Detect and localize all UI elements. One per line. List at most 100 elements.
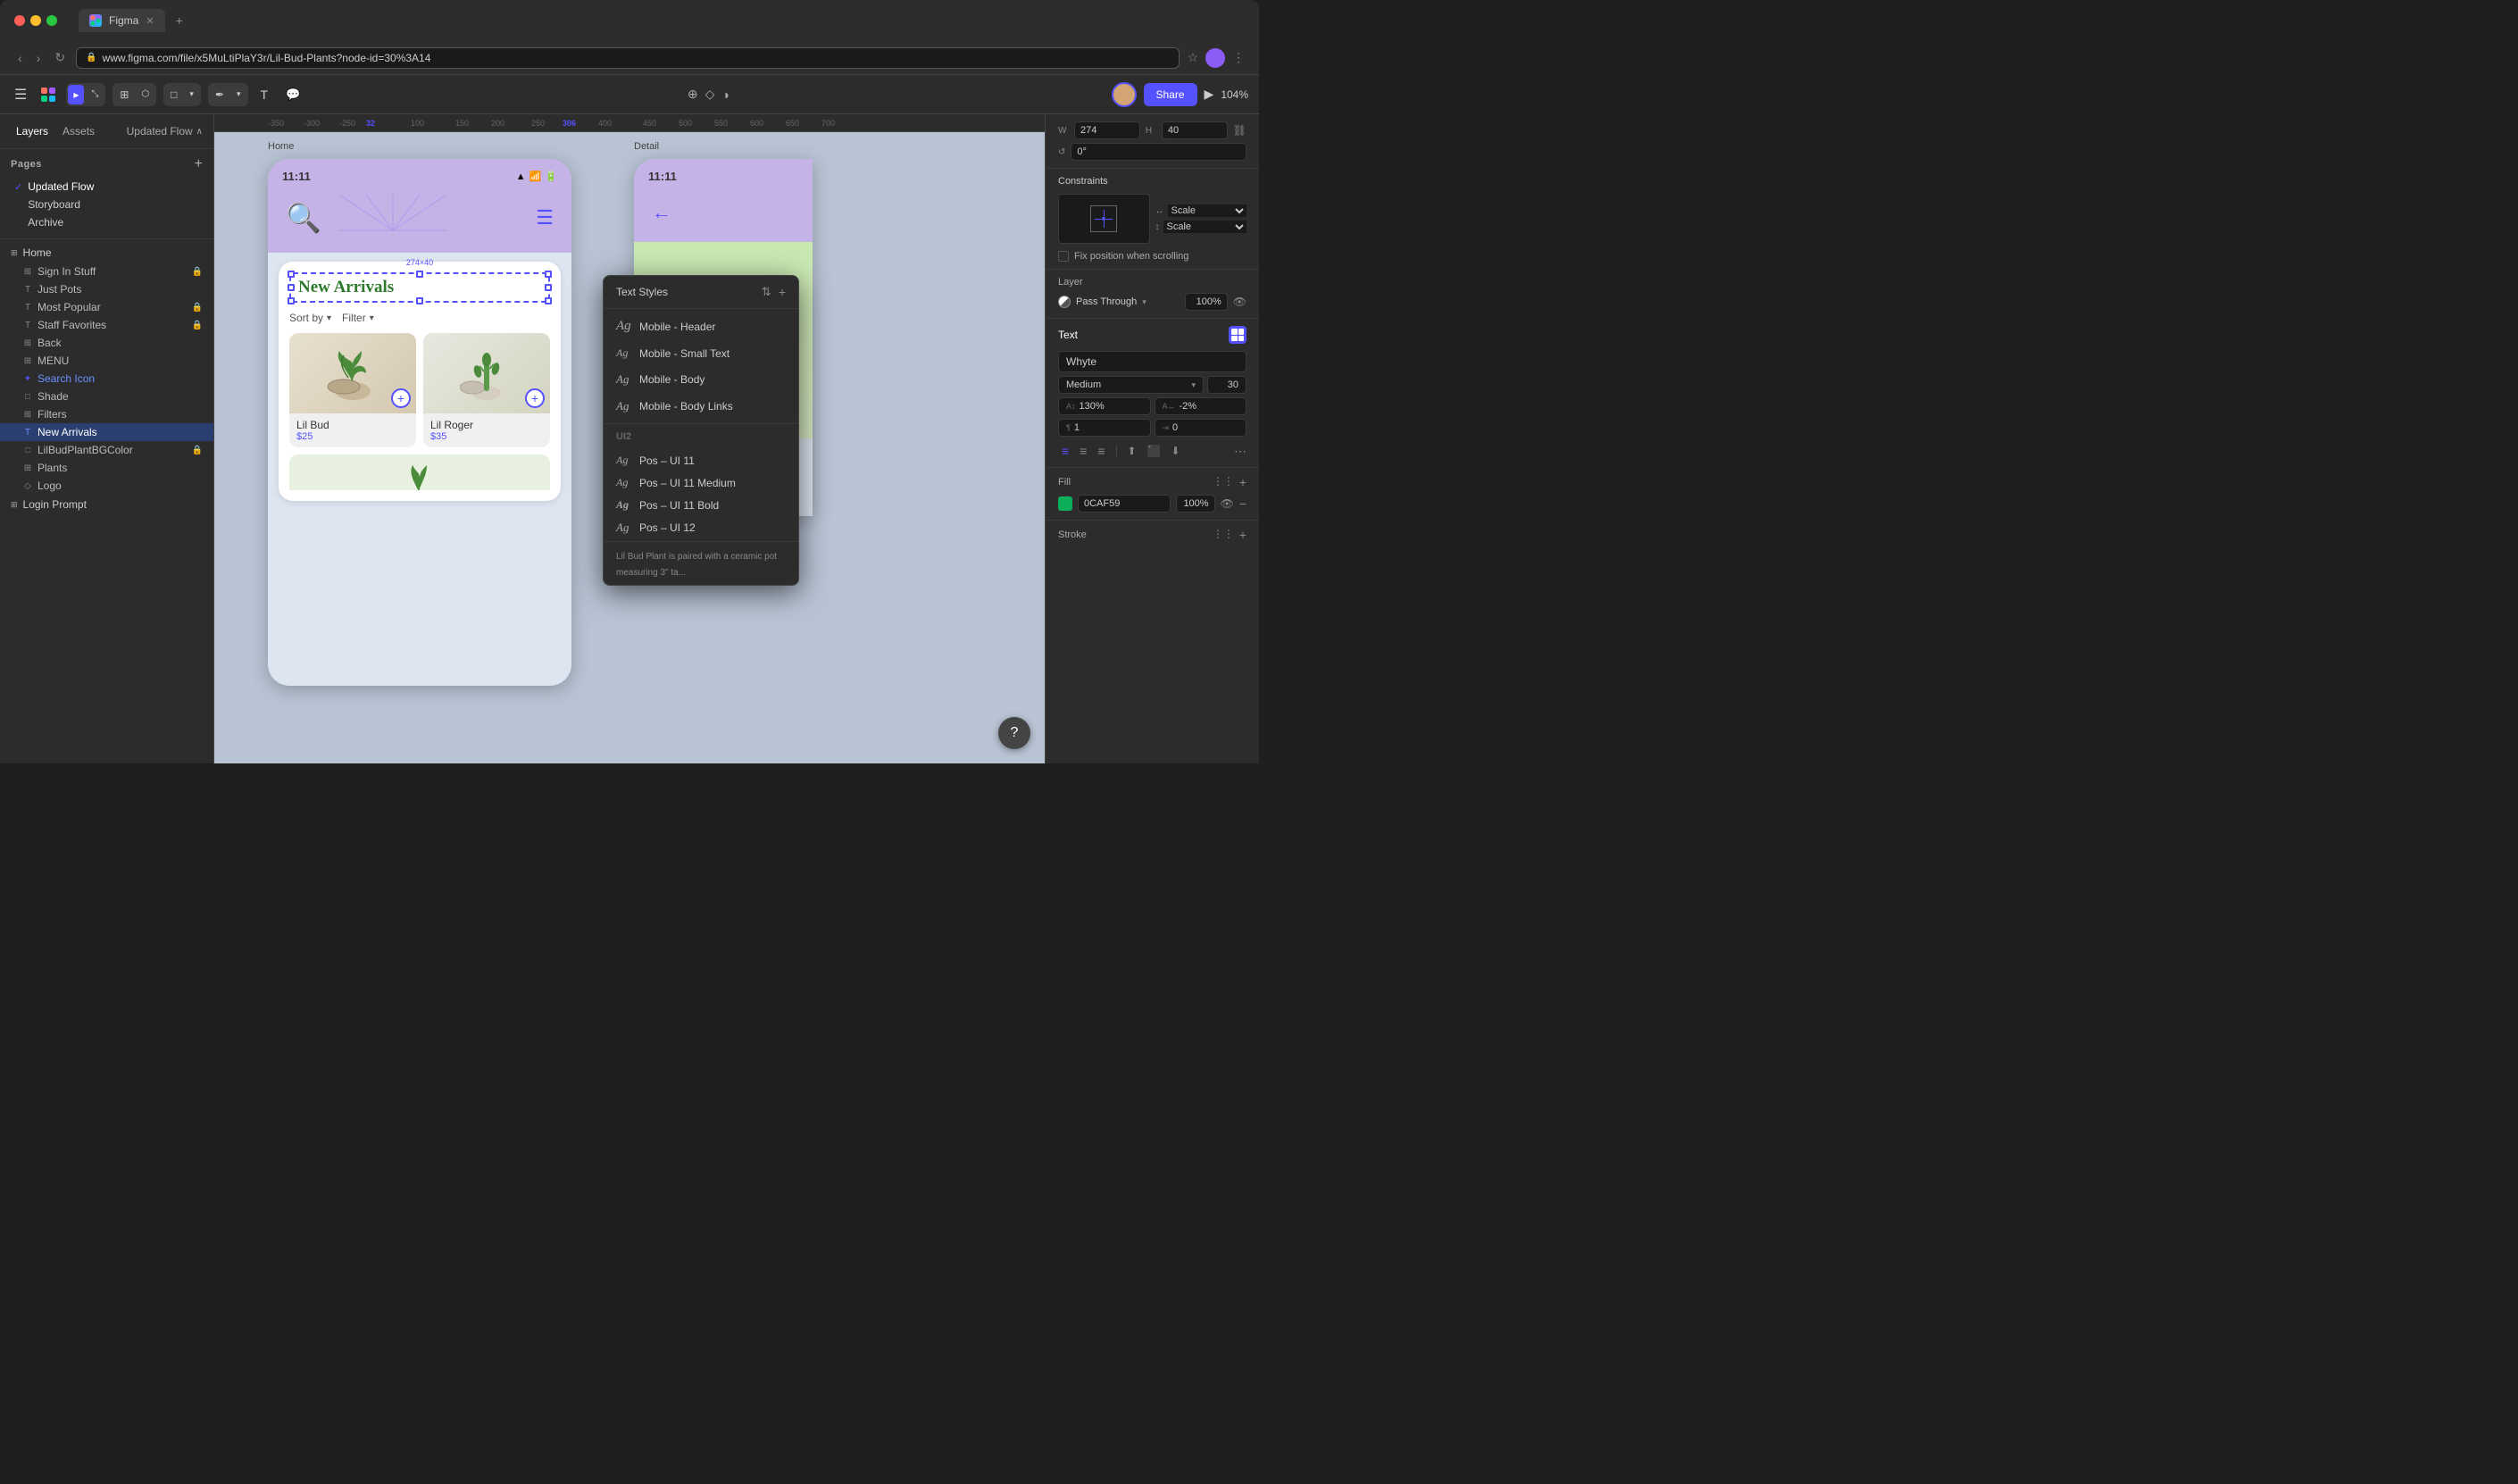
style-item-ui11-medium[interactable]: Ag Pos – UI 11 Medium <box>604 471 798 494</box>
canvas-viewport[interactable]: Home 11:11 ▲ 📶 🔋 <box>214 132 1045 763</box>
layer-item-filters[interactable]: ⊞ Filters <box>0 405 213 423</box>
style-item-mobile-body-links[interactable]: Ag Mobile - Body Links <box>604 393 798 420</box>
fill-hex-field[interactable]: 0CAF59 <box>1078 495 1171 513</box>
add-page-button[interactable]: + <box>195 156 203 172</box>
profile-avatar[interactable] <box>1205 48 1225 68</box>
text-grid-button[interactable] <box>1229 326 1246 344</box>
font-weight-field[interactable]: Medium ▾ <box>1058 376 1204 394</box>
rectangle-tool[interactable]: □ <box>165 85 182 104</box>
align-center-button[interactable]: ≡ <box>1076 442 1090 460</box>
line-height-field[interactable]: A↕ 130% <box>1058 397 1151 415</box>
slice-tool[interactable]: ⬡ <box>136 86 154 103</box>
font-name-field[interactable]: Whyte <box>1058 351 1246 372</box>
minimize-traffic-light[interactable] <box>30 15 41 26</box>
visibility-toggle[interactable]: 👁 <box>1233 296 1246 308</box>
zoom-level[interactable]: 104% <box>1221 88 1248 101</box>
opacity-field[interactable]: 100% <box>1185 293 1228 311</box>
layer-item-logo[interactable]: ◇ Logo <box>0 477 213 495</box>
valign-mid-button[interactable]: ⬛ <box>1144 443 1164 459</box>
layer-item-search-icon[interactable]: ✦ Search Icon <box>0 370 213 388</box>
layer-item-plants[interactable]: ⊞ Plants <box>0 459 213 477</box>
add-fill-button[interactable]: + <box>1239 475 1246 489</box>
add-to-cart-button-liLBud[interactable]: + <box>391 388 411 408</box>
fill-opacity-field[interactable]: 100% <box>1176 495 1215 513</box>
valign-bottom-button[interactable]: ⬇ <box>1168 443 1184 459</box>
select-tool[interactable]: ▸ <box>68 85 84 104</box>
tab-close-button[interactable]: ✕ <box>146 15 154 27</box>
layer-item-lilbud-bg[interactable]: □ LilBudPlantBGColor 🔒 <box>0 441 213 459</box>
layers-tab[interactable]: Layers <box>11 121 54 141</box>
align-right-button[interactable]: ≡ <box>1094 442 1108 460</box>
fill-visibility-toggle[interactable]: 👁 <box>1221 497 1234 510</box>
height-field[interactable]: 40 <box>1162 121 1228 139</box>
page-item-updated-flow[interactable]: ✓ Updated Flow <box>11 178 203 196</box>
add-style-button[interactable]: + <box>779 285 786 299</box>
layer-item-menu[interactable]: ⊞ MENU <box>0 352 213 370</box>
blend-mode-label[interactable]: Pass Through <box>1076 296 1137 307</box>
stroke-style-button[interactable]: ⋮⋮ <box>1213 528 1234 542</box>
url-field[interactable]: 🔒 www.figma.com/file/x5MuLtiPlaY3r/Lil-B… <box>76 47 1180 69</box>
style-item-mobile-header[interactable]: Ag Mobile - Header <box>604 313 798 340</box>
paragraph-spacing-field[interactable]: ¶ 1 <box>1058 419 1151 437</box>
fix-position-checkbox[interactable] <box>1058 251 1069 262</box>
help-button[interactable]: ? <box>998 717 1030 749</box>
layer-item-most-popular[interactable]: T Most Popular 🔒 <box>0 298 213 316</box>
text-tool[interactable]: T <box>255 84 274 105</box>
remove-fill-button[interactable]: − <box>1239 496 1246 511</box>
share-button[interactable]: Share <box>1144 83 1197 106</box>
frame-tool[interactable]: ⊞ <box>114 85 134 104</box>
back-button[interactable]: ‹ <box>14 47 26 69</box>
present-button[interactable]: ▶ <box>1205 87 1214 102</box>
layer-item-back[interactable]: ⊞ Back <box>0 334 213 352</box>
sort-by-control[interactable]: Sort by ▾ <box>289 312 331 324</box>
back-arrow-icon[interactable]: ← <box>652 201 671 223</box>
rotation-field[interactable]: 0° <box>1071 143 1246 161</box>
resources-tool[interactable]: ◇ <box>705 87 715 102</box>
reload-button[interactable]: ↻ <box>51 46 69 69</box>
fill-color-swatch[interactable] <box>1058 496 1072 511</box>
bookmark-icon[interactable]: ☆ <box>1187 50 1198 65</box>
add-to-cart-button-lil-roger[interactable]: + <box>525 388 545 408</box>
login-prompt-section-header[interactable]: ⊞ Login Prompt <box>0 495 213 514</box>
browser-tab[interactable]: Figma ✕ <box>79 9 165 32</box>
valign-top-button[interactable]: ⬆ <box>1124 443 1140 459</box>
text-more-button[interactable]: ⋯ <box>1234 444 1246 459</box>
fill-style-button[interactable]: ⋮⋮ <box>1213 475 1234 489</box>
sort-icon[interactable]: ⇅ <box>762 285 771 299</box>
letter-spacing-field[interactable]: A↔ -2% <box>1155 397 1247 415</box>
layer-item-new-arrivals[interactable]: T New Arrivals <box>0 423 213 441</box>
add-stroke-button[interactable]: + <box>1239 528 1246 542</box>
filter-control[interactable]: Filter ▾ <box>342 312 374 324</box>
font-size-field[interactable]: 30 <box>1207 376 1246 394</box>
main-menu-button[interactable]: ☰ <box>11 82 30 107</box>
shape-dropdown[interactable]: ▾ <box>184 86 199 103</box>
comment-tool[interactable]: 💬 <box>280 84 305 105</box>
layer-item-just-pots[interactable]: T Just Pots <box>0 280 213 298</box>
pen-dropdown[interactable]: ▾ <box>231 86 246 103</box>
page-item-archive[interactable]: ✓ Archive <box>11 213 203 231</box>
style-item-mobile-small[interactable]: Ag Mobile - Small Text <box>604 340 798 366</box>
browser-menu-button[interactable]: ⋮ <box>1232 50 1245 65</box>
scale-tool[interactable]: ⤡ <box>86 86 104 103</box>
assets-tab[interactable]: Assets <box>57 121 100 141</box>
lock-ratio-icon[interactable]: ⛓ <box>1233 124 1246 137</box>
page-item-storyboard[interactable]: ✓ Storyboard <box>11 196 203 213</box>
pen-tool[interactable]: ✒ <box>210 85 229 104</box>
align-left-button[interactable]: ≡ <box>1058 442 1072 460</box>
fullscreen-traffic-light[interactable] <box>46 15 57 26</box>
layer-item-staff-favorites[interactable]: T Staff Favorites 🔒 <box>0 316 213 334</box>
layer-item-sign-in-stuff[interactable]: ⊞ Sign In Stuff 🔒 <box>0 263 213 280</box>
indent-field[interactable]: ⇥ 0 <box>1155 419 1247 437</box>
new-tab-button[interactable]: + <box>176 13 183 28</box>
component-tool[interactable]: ⊕ <box>688 87 698 102</box>
forward-button[interactable]: › <box>33 47 45 69</box>
close-traffic-light[interactable] <box>14 15 25 26</box>
style-item-mobile-body[interactable]: Ag Mobile - Body <box>604 366 798 393</box>
style-item-ui12[interactable]: Ag Pos – UI 12 <box>604 516 798 539</box>
v-constraint-select[interactable]: Scale <box>1163 221 1247 233</box>
contrast-tool[interactable]: ◑ <box>721 88 729 102</box>
width-field[interactable]: 274 <box>1074 121 1140 139</box>
style-item-ui11-bold[interactable]: Ag Pos – UI 11 Bold <box>604 494 798 516</box>
h-constraint-select[interactable]: Scale <box>1168 204 1247 217</box>
layer-item-shade[interactable]: □ Shade <box>0 388 213 405</box>
